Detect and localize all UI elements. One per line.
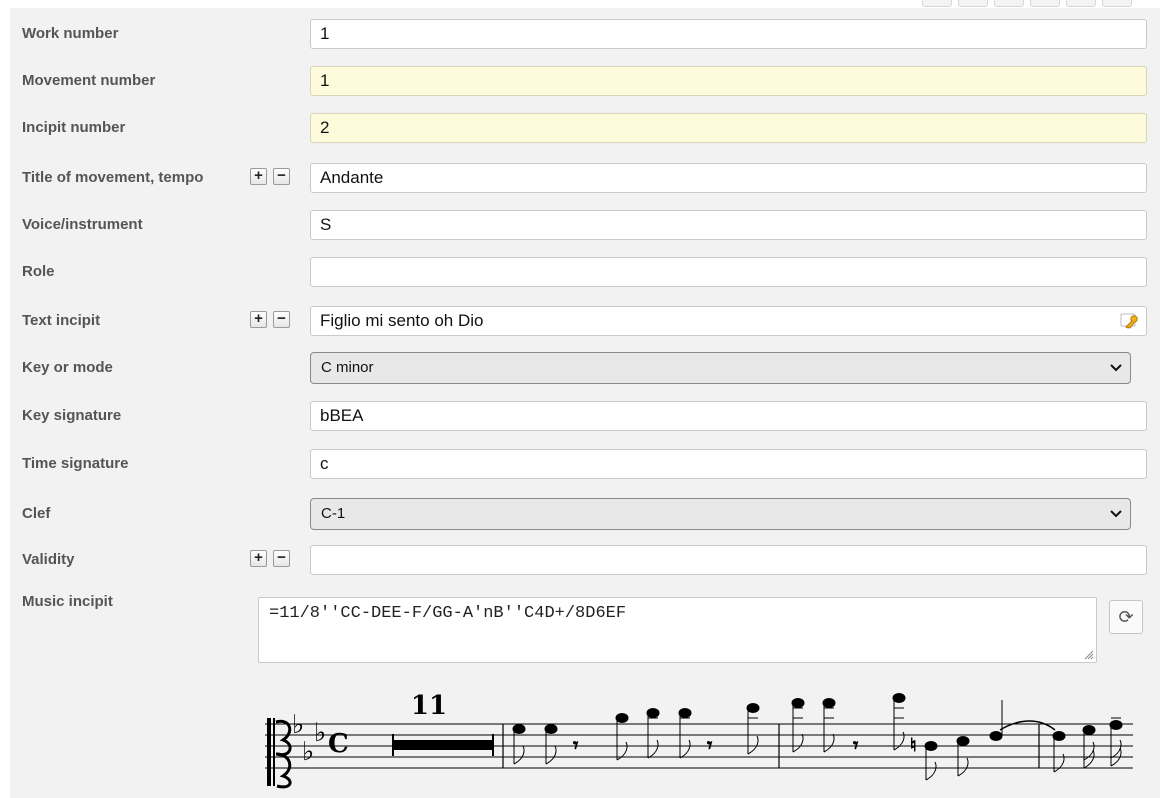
toolbar-tab[interactable]	[922, 0, 952, 7]
note	[892, 693, 906, 751]
key-mode-label: Key or mode	[22, 359, 113, 376]
eighth-rest: 𝄾	[573, 733, 578, 757]
row-incipit-number: Incipit number 2	[10, 104, 1160, 152]
note	[646, 708, 660, 759]
incipit-form-panel: Work number 1 Movement number 1 Incipit …	[10, 8, 1160, 798]
role-field[interactable]	[310, 257, 1147, 287]
note	[924, 741, 938, 781]
voice-instrument-label: Voice/instrument	[22, 216, 143, 233]
add-title-button[interactable]: +	[250, 168, 267, 185]
note	[544, 724, 558, 765]
text-incipit-label: Text incipit	[22, 312, 101, 329]
notes: 𝄾 𝄾 𝄾 ♮	[512, 693, 1123, 781]
chevron-down-icon	[1110, 353, 1122, 394]
key-mode-selected: C minor	[321, 359, 374, 376]
eighth-rest: 𝄾	[707, 733, 712, 757]
remove-text-incipit-button[interactable]: −	[273, 311, 290, 328]
text-incipit-field[interactable]: Figlio mi sento oh Dio	[310, 306, 1147, 336]
natural-sign: ♮	[910, 735, 916, 756]
text-incipit-value: Figlio mi sento oh Dio	[320, 311, 484, 330]
chevron-down-icon	[1110, 499, 1122, 540]
row-voice-instrument: Voice/instrument S	[10, 201, 1160, 249]
c-clef	[267, 718, 292, 789]
add-validity-button[interactable]: +	[250, 550, 267, 567]
toolbar-tab[interactable]	[994, 0, 1024, 7]
svg-text:♭: ♭	[292, 710, 304, 740]
note	[615, 713, 629, 761]
remove-title-button[interactable]: −	[273, 168, 290, 185]
note	[956, 736, 970, 777]
svg-text:♭: ♭	[314, 718, 326, 748]
key-icon[interactable]	[1120, 312, 1140, 330]
resize-grip-icon[interactable]	[1082, 648, 1094, 660]
note	[1082, 725, 1096, 769]
clef-selected: C-1	[321, 505, 346, 522]
multirest-bar	[392, 734, 494, 756]
movement-number-field[interactable]: 1	[310, 66, 1147, 96]
key-signature-field[interactable]: bBEA	[310, 401, 1147, 431]
clef-label: Clef	[22, 505, 51, 522]
title-tempo-label: Title of movement, tempo	[22, 169, 204, 186]
svg-text:♭: ♭	[302, 737, 314, 767]
clef-select[interactable]: C-1	[310, 498, 1131, 530]
incipit-number-field[interactable]: 2	[310, 113, 1147, 143]
top-toolbar-edge	[0, 0, 1160, 8]
note	[822, 698, 836, 753]
refresh-icon: ⟳	[1118, 607, 1134, 627]
note	[512, 724, 526, 765]
movement-number-label: Movement number	[22, 72, 156, 89]
toolbar-tab[interactable]	[1102, 0, 1132, 7]
multirest-count: 11	[411, 691, 447, 721]
key-signature-label: Key signature	[22, 407, 122, 424]
validity-field[interactable]	[310, 545, 1147, 575]
refresh-render-button[interactable]: ⟳	[1109, 600, 1143, 634]
remove-validity-button[interactable]: −	[273, 550, 290, 567]
row-validity: Validity + −	[10, 536, 1160, 584]
row-work-number: Work number 1	[10, 10, 1160, 58]
voice-instrument-field[interactable]: S	[310, 210, 1147, 240]
music-incipit-code: =11/8''CC-DEE-F/GG-A'nB''C4D+/8D6EF	[269, 604, 627, 623]
validity-label: Validity	[22, 551, 75, 568]
work-number-label: Work number	[22, 25, 119, 42]
title-tempo-field[interactable]: Andante	[310, 163, 1147, 193]
time-signature-label: Time signature	[22, 455, 129, 472]
time-signature-symbol: C	[328, 729, 349, 759]
eighth-rest: 𝄾	[853, 733, 858, 757]
row-time-signature: Time signature c	[10, 440, 1160, 488]
note	[1109, 717, 1123, 767]
role-label: Role	[22, 263, 55, 280]
row-movement-number: Movement number 1	[10, 57, 1160, 105]
key-signature-flats: ♭ ♭ ♭	[292, 710, 326, 767]
row-title-tempo: Title of movement, tempo + − Andante	[10, 154, 1160, 202]
row-text-incipit: Text incipit + − Figlio mi sento oh Dio	[10, 297, 1160, 345]
key-mode-select[interactable]: C minor	[310, 352, 1131, 384]
toolbar-tab[interactable]	[958, 0, 988, 7]
tie	[999, 720, 1056, 731]
note	[989, 700, 1003, 741]
incipit-number-label: Incipit number	[22, 119, 126, 136]
row-key-signature: Key signature bBEA	[10, 392, 1160, 440]
row-role: Role	[10, 248, 1160, 296]
music-incipit-rendering: ♭ ♭ ♭ C 11 𝄾 𝄾 𝄾 ♮	[265, 691, 1133, 789]
add-text-incipit-button[interactable]: +	[250, 311, 267, 328]
work-number-field[interactable]: 1	[310, 19, 1147, 49]
toolbar-tab[interactable]	[1066, 0, 1096, 7]
music-incipit-label: Music incipit	[22, 593, 113, 610]
row-clef: Clef C-1	[10, 490, 1160, 538]
time-signature-field[interactable]: c	[310, 449, 1147, 479]
toolbar-tab[interactable]	[1030, 0, 1060, 7]
row-key-mode: Key or mode C minor	[10, 344, 1160, 392]
note	[791, 698, 805, 753]
note	[678, 708, 692, 759]
note	[1052, 731, 1066, 773]
music-incipit-textarea[interactable]: =11/8''CC-DEE-F/GG-A'nB''C4D+/8D6EF	[258, 597, 1097, 663]
